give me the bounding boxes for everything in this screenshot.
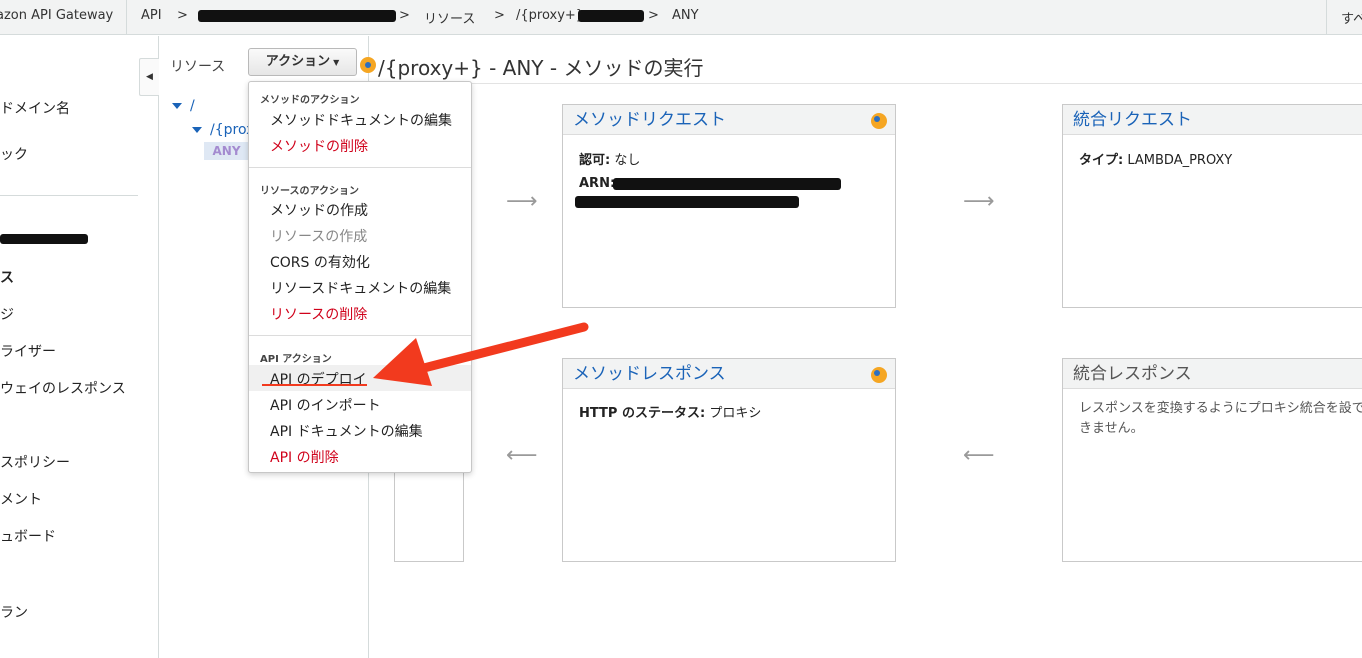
breadcrumb-separator: >: [399, 8, 410, 23]
arrow-right-icon: ⟶: [963, 189, 995, 214]
tree-node-proxy[interactable]: /{prox: [192, 122, 254, 138]
redacted-resource-id: [578, 10, 644, 22]
nav-item-domain-names[interactable]: ドメイン名: [0, 98, 70, 118]
method-response-box[interactable]: メソッドレスポンス HTTP のステータス: プロキシ: [562, 358, 896, 562]
integration-response-box[interactable]: 統合レスポンス レスポンスを変換するようにプロキシ統合を設できません。: [1062, 358, 1362, 562]
resources-label: リソース: [170, 59, 226, 75]
caret-down-icon: ▼: [333, 58, 340, 67]
redacted-api-name: [198, 10, 396, 22]
breadcrumb-proxy[interactable]: /{proxy+}: [516, 8, 584, 23]
menu-section-method: メソッドのアクション: [260, 95, 360, 106]
http-status-label: HTTP のステータス:: [579, 406, 706, 421]
service-name[interactable]: azon API Gateway: [0, 8, 113, 23]
top-right-menu[interactable]: すべ: [1341, 8, 1362, 27]
menu-section-resource: リソースのアクション: [260, 186, 359, 197]
divider: [1326, 0, 1327, 35]
breadcrumb-resources[interactable]: リソース: [424, 8, 475, 27]
nav-item-documentation[interactable]: メント: [0, 489, 42, 509]
menu-item-create-resource: リソースの作成: [270, 229, 368, 245]
menu-item-enable-cors[interactable]: CORS の有効化: [270, 252, 370, 272]
menu-item-create-method[interactable]: メソッドの作成: [270, 200, 368, 220]
method-request-box[interactable]: メソッドリクエスト 認可: なし ARN:: [562, 104, 896, 308]
menu-item-edit-resource-docs[interactable]: リソースドキュメントの編集: [270, 278, 451, 298]
integration-type-value: LAMBDA_PROXY: [1127, 153, 1233, 168]
integration-request-box[interactable]: 統合リクエスト タイプ: LAMBDA_PROXY: [1062, 104, 1362, 308]
breadcrumb-separator: >: [648, 8, 659, 23]
collapse-sidebar-button[interactable]: ◀: [139, 58, 159, 96]
arrow-left-icon: ⟵: [506, 443, 538, 468]
nav-item-authorizers[interactable]: ライザー: [0, 341, 56, 361]
integration-response-note: レスポンスを変換するようにプロキシ統合を設できません。: [1079, 401, 1362, 436]
integration-response-title: 統合レスポンス: [1063, 359, 1362, 389]
tree-node-label: /: [190, 98, 195, 114]
actions-button-label: アクション: [265, 54, 331, 69]
breadcrumb-api[interactable]: API: [141, 8, 162, 23]
nav-item-resources[interactable]: ス: [0, 267, 14, 287]
http-status-row: HTTP のステータス: プロキシ: [579, 402, 761, 421]
menu-item-deploy-api[interactable]: API のデプロイ: [270, 369, 367, 389]
menu-item-delete-resource[interactable]: リソースの削除: [270, 304, 367, 324]
nav-item-usage-plans[interactable]: ラン: [0, 602, 28, 622]
authorization-row: 認可: なし: [579, 149, 640, 168]
menu-item-edit-api-docs[interactable]: API ドキュメントの編集: [270, 421, 423, 441]
divider: [126, 0, 127, 35]
http-status-value: プロキシ: [709, 406, 762, 421]
redacted-arn: [575, 196, 799, 208]
integration-request-title[interactable]: 統合リクエスト: [1063, 105, 1362, 135]
arrow-right-icon: ⟶: [506, 189, 538, 214]
tree-node-root[interactable]: /: [172, 98, 195, 114]
integration-type-label: タイプ:: [1079, 153, 1124, 168]
divider: [249, 167, 471, 168]
arrow-left-icon: ⟵: [963, 443, 995, 468]
actions-menu: メソッドのアクション メソッドドキュメントの編集 メソッドの削除 リソースのアク…: [248, 81, 472, 473]
menu-item-edit-method-docs[interactable]: メソッドドキュメントの編集: [270, 110, 452, 130]
divider: [369, 83, 1362, 84]
method-request-title[interactable]: メソッドリクエスト: [563, 105, 895, 135]
arn-row: ARN:: [579, 176, 615, 191]
page-title: /{proxy+} - ANY - メソッドの実行: [378, 56, 704, 80]
nav-item-stages[interactable]: ジ: [0, 304, 14, 324]
top-navigation-bar: azon API Gateway API > > リソース > /{proxy+…: [0, 0, 1362, 35]
menu-item-delete-method[interactable]: メソッドの削除: [270, 136, 368, 156]
tree-node-any-method[interactable]: ANY: [204, 142, 249, 160]
redacted-api-name: [0, 234, 88, 244]
nav-item-vpc-link[interactable]: ック: [0, 144, 28, 164]
actions-dropdown-button[interactable]: アクション ▼: [248, 48, 357, 76]
nav-item-dashboard[interactable]: ュボード: [0, 526, 56, 546]
menu-section-api: API アクション: [260, 354, 332, 365]
nav-item-resource-policy[interactable]: スポリシー: [0, 452, 70, 472]
left-navigation: ドメイン名 ック ス ジ ライザー ウェイのレスポンス スポリシー メント ュボ…: [0, 36, 159, 658]
method-response-title[interactable]: メソッドレスポンス: [563, 359, 895, 389]
breadcrumb-method[interactable]: ANY: [672, 8, 699, 23]
divider: [0, 195, 138, 196]
authorization-value: なし: [614, 153, 641, 168]
breadcrumb-separator: >: [177, 8, 188, 23]
status-indicator-icon: [360, 57, 376, 73]
nav-item-gateway-responses[interactable]: ウェイのレスポンス: [0, 378, 126, 398]
expand-triangle-icon: [172, 103, 182, 109]
arn-label: ARN:: [579, 176, 616, 191]
menu-item-delete-api[interactable]: API の削除: [270, 447, 339, 467]
status-indicator-icon: [871, 367, 887, 383]
menu-item-import-api[interactable]: API のインポート: [270, 395, 381, 415]
breadcrumb-separator: >: [494, 8, 505, 23]
chevron-left-icon: ◀: [146, 72, 153, 82]
divider: [249, 335, 471, 336]
authorization-label: 認可:: [579, 153, 611, 168]
integration-type-row: タイプ: LAMBDA_PROXY: [1079, 149, 1232, 168]
status-indicator-icon: [871, 113, 887, 129]
expand-triangle-icon: [192, 127, 202, 133]
redacted-arn: [613, 178, 841, 190]
